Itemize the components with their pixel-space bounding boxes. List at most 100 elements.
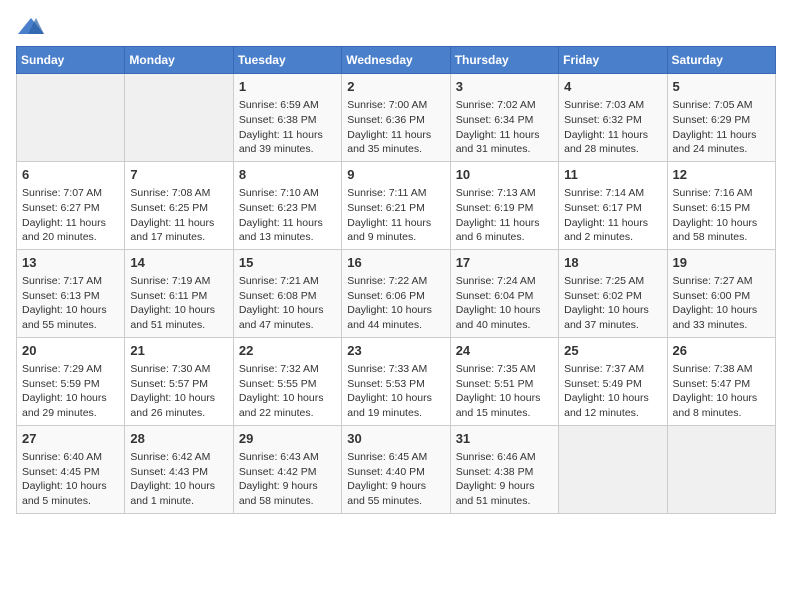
calendar-table: SundayMondayTuesdayWednesdayThursdayFrid… bbox=[16, 46, 776, 514]
daylight-text: Daylight: 11 hours and 6 minutes. bbox=[456, 216, 553, 245]
calendar-cell: 18Sunrise: 7:25 AMSunset: 6:02 PMDayligh… bbox=[559, 249, 667, 337]
sunset-text: Sunset: 5:59 PM bbox=[22, 377, 119, 392]
sunrise-text: Sunrise: 7:19 AM bbox=[130, 274, 227, 289]
sunset-text: Sunset: 6:08 PM bbox=[239, 289, 336, 304]
sunrise-text: Sunrise: 6:45 AM bbox=[347, 450, 444, 465]
calendar-cell: 3Sunrise: 7:02 AMSunset: 6:34 PMDaylight… bbox=[450, 74, 558, 162]
sunset-text: Sunset: 4:43 PM bbox=[130, 465, 227, 480]
calendar-cell: 28Sunrise: 6:42 AMSunset: 4:43 PMDayligh… bbox=[125, 425, 233, 513]
sunrise-text: Sunrise: 7:21 AM bbox=[239, 274, 336, 289]
day-number: 17 bbox=[456, 254, 553, 272]
sunset-text: Sunset: 6:04 PM bbox=[456, 289, 553, 304]
calendar-cell: 26Sunrise: 7:38 AMSunset: 5:47 PMDayligh… bbox=[667, 337, 775, 425]
day-number: 23 bbox=[347, 342, 444, 360]
daylight-text: Daylight: 10 hours and 15 minutes. bbox=[456, 391, 553, 420]
sunset-text: Sunset: 4:38 PM bbox=[456, 465, 553, 480]
calendar-week-4: 20Sunrise: 7:29 AMSunset: 5:59 PMDayligh… bbox=[17, 337, 776, 425]
day-number: 5 bbox=[673, 78, 770, 96]
sunset-text: Sunset: 6:00 PM bbox=[673, 289, 770, 304]
sunrise-text: Sunrise: 7:29 AM bbox=[22, 362, 119, 377]
sunrise-text: Sunrise: 6:42 AM bbox=[130, 450, 227, 465]
calendar-cell: 9Sunrise: 7:11 AMSunset: 6:21 PMDaylight… bbox=[342, 161, 450, 249]
calendar-week-5: 27Sunrise: 6:40 AMSunset: 4:45 PMDayligh… bbox=[17, 425, 776, 513]
daylight-text: Daylight: 11 hours and 13 minutes. bbox=[239, 216, 336, 245]
sunrise-text: Sunrise: 6:40 AM bbox=[22, 450, 119, 465]
day-number: 25 bbox=[564, 342, 661, 360]
calendar-cell bbox=[667, 425, 775, 513]
calendar-cell: 11Sunrise: 7:14 AMSunset: 6:17 PMDayligh… bbox=[559, 161, 667, 249]
sunrise-text: Sunrise: 7:08 AM bbox=[130, 186, 227, 201]
sunset-text: Sunset: 6:13 PM bbox=[22, 289, 119, 304]
calendar-cell: 31Sunrise: 6:46 AMSunset: 4:38 PMDayligh… bbox=[450, 425, 558, 513]
sunset-text: Sunset: 6:19 PM bbox=[456, 201, 553, 216]
calendar-cell: 27Sunrise: 6:40 AMSunset: 4:45 PMDayligh… bbox=[17, 425, 125, 513]
daylight-text: Daylight: 10 hours and 47 minutes. bbox=[239, 303, 336, 332]
day-number: 30 bbox=[347, 430, 444, 448]
daylight-text: Daylight: 11 hours and 31 minutes. bbox=[456, 128, 553, 157]
sunset-text: Sunset: 6:02 PM bbox=[564, 289, 661, 304]
day-number: 13 bbox=[22, 254, 119, 272]
sunrise-text: Sunrise: 7:27 AM bbox=[673, 274, 770, 289]
calendar-cell: 13 Sunrise: 7:17 AMSunset: 6:13 PMDayligh… bbox=[17, 249, 125, 337]
sunset-text: Sunset: 6:32 PM bbox=[564, 113, 661, 128]
header-wednesday: Wednesday bbox=[342, 47, 450, 74]
daylight-text: Daylight: 10 hours and 55 minutes. bbox=[22, 303, 119, 332]
calendar-cell: 7Sunrise: 7:08 AMSunset: 6:25 PMDaylight… bbox=[125, 161, 233, 249]
daylight-text: Daylight: 10 hours and 22 minutes. bbox=[239, 391, 336, 420]
daylight-text: Daylight: 10 hours and 40 minutes. bbox=[456, 303, 553, 332]
calendar-cell: 20 Sunrise: 7:29 AMSunset: 5:59 PMDayligh… bbox=[17, 337, 125, 425]
calendar-cell: 30Sunrise: 6:45 AMSunset: 4:40 PMDayligh… bbox=[342, 425, 450, 513]
sunrise-text: Sunrise: 7:22 AM bbox=[347, 274, 444, 289]
day-number: 20 bbox=[22, 342, 119, 360]
day-number: 8 bbox=[239, 166, 336, 184]
calendar-cell: 6Sunrise: 7:07 AMSunset: 6:27 PMDaylight… bbox=[17, 161, 125, 249]
sunrise-text: Sunrise: 7:00 AM bbox=[347, 98, 444, 113]
sunrise-text: Sunrise: 7:32 AM bbox=[239, 362, 336, 377]
daylight-text: Daylight: 11 hours and 28 minutes. bbox=[564, 128, 661, 157]
day-number: 10 bbox=[456, 166, 553, 184]
sunset-text: Sunset: 5:53 PM bbox=[347, 377, 444, 392]
sunset-text: Sunset: 6:29 PM bbox=[673, 113, 770, 128]
calendar-header-row: SundayMondayTuesdayWednesdayThursdayFrid… bbox=[17, 47, 776, 74]
day-number: 9 bbox=[347, 166, 444, 184]
sunset-text: Sunset: 5:47 PM bbox=[673, 377, 770, 392]
day-number: 31 bbox=[456, 430, 553, 448]
sunset-text: Sunset: 4:40 PM bbox=[347, 465, 444, 480]
sunset-text: Sunset: 5:51 PM bbox=[456, 377, 553, 392]
day-number: 3 bbox=[456, 78, 553, 96]
calendar-cell: 16Sunrise: 7:22 AMSunset: 6:06 PMDayligh… bbox=[342, 249, 450, 337]
daylight-text: Daylight: 10 hours and 8 minutes. bbox=[673, 391, 770, 420]
sunrise-text: Sunrise: 6:46 AM bbox=[456, 450, 553, 465]
page-header bbox=[16, 16, 776, 38]
sunset-text: Sunset: 6:25 PM bbox=[130, 201, 227, 216]
sunrise-text: Sunrise: 7:17 AM bbox=[22, 274, 119, 289]
daylight-text: Daylight: 10 hours and 29 minutes. bbox=[22, 391, 119, 420]
sunset-text: Sunset: 5:55 PM bbox=[239, 377, 336, 392]
sunset-text: Sunset: 6:27 PM bbox=[22, 201, 119, 216]
sunset-text: Sunset: 5:49 PM bbox=[564, 377, 661, 392]
sunrise-text: Sunrise: 7:24 AM bbox=[456, 274, 553, 289]
daylight-text: Daylight: 9 hours and 58 minutes. bbox=[239, 479, 336, 508]
logo bbox=[16, 16, 46, 38]
calendar-cell: 15 Sunrise: 7:21 AMSunset: 6:08 PMDayligh… bbox=[233, 249, 341, 337]
calendar-cell: 10Sunrise: 7:13 AMSunset: 6:19 PMDayligh… bbox=[450, 161, 558, 249]
sunset-text: Sunset: 6:11 PM bbox=[130, 289, 227, 304]
sunset-text: Sunset: 6:06 PM bbox=[347, 289, 444, 304]
sunrise-text: Sunrise: 6:59 AM bbox=[239, 98, 336, 113]
calendar-cell bbox=[17, 74, 125, 162]
daylight-text: Daylight: 10 hours and 12 minutes. bbox=[564, 391, 661, 420]
header-thursday: Thursday bbox=[450, 47, 558, 74]
header-saturday: Saturday bbox=[667, 47, 775, 74]
sunset-text: Sunset: 4:42 PM bbox=[239, 465, 336, 480]
sunrise-text: Sunrise: 7:35 AM bbox=[456, 362, 553, 377]
day-number: 26 bbox=[673, 342, 770, 360]
day-number: 1 bbox=[239, 78, 336, 96]
sunrise-text: Sunrise: 7:10 AM bbox=[239, 186, 336, 201]
sunrise-text: Sunrise: 7:03 AM bbox=[564, 98, 661, 113]
day-number: 15 bbox=[239, 254, 336, 272]
calendar-cell: 17 Sunrise: 7:24 AMSunset: 6:04 PMDayligh… bbox=[450, 249, 558, 337]
sunrise-text: Sunrise: 6:43 AM bbox=[239, 450, 336, 465]
daylight-text: Daylight: 11 hours and 35 minutes. bbox=[347, 128, 444, 157]
sunrise-text: Sunrise: 7:02 AM bbox=[456, 98, 553, 113]
sunrise-text: Sunrise: 7:30 AM bbox=[130, 362, 227, 377]
